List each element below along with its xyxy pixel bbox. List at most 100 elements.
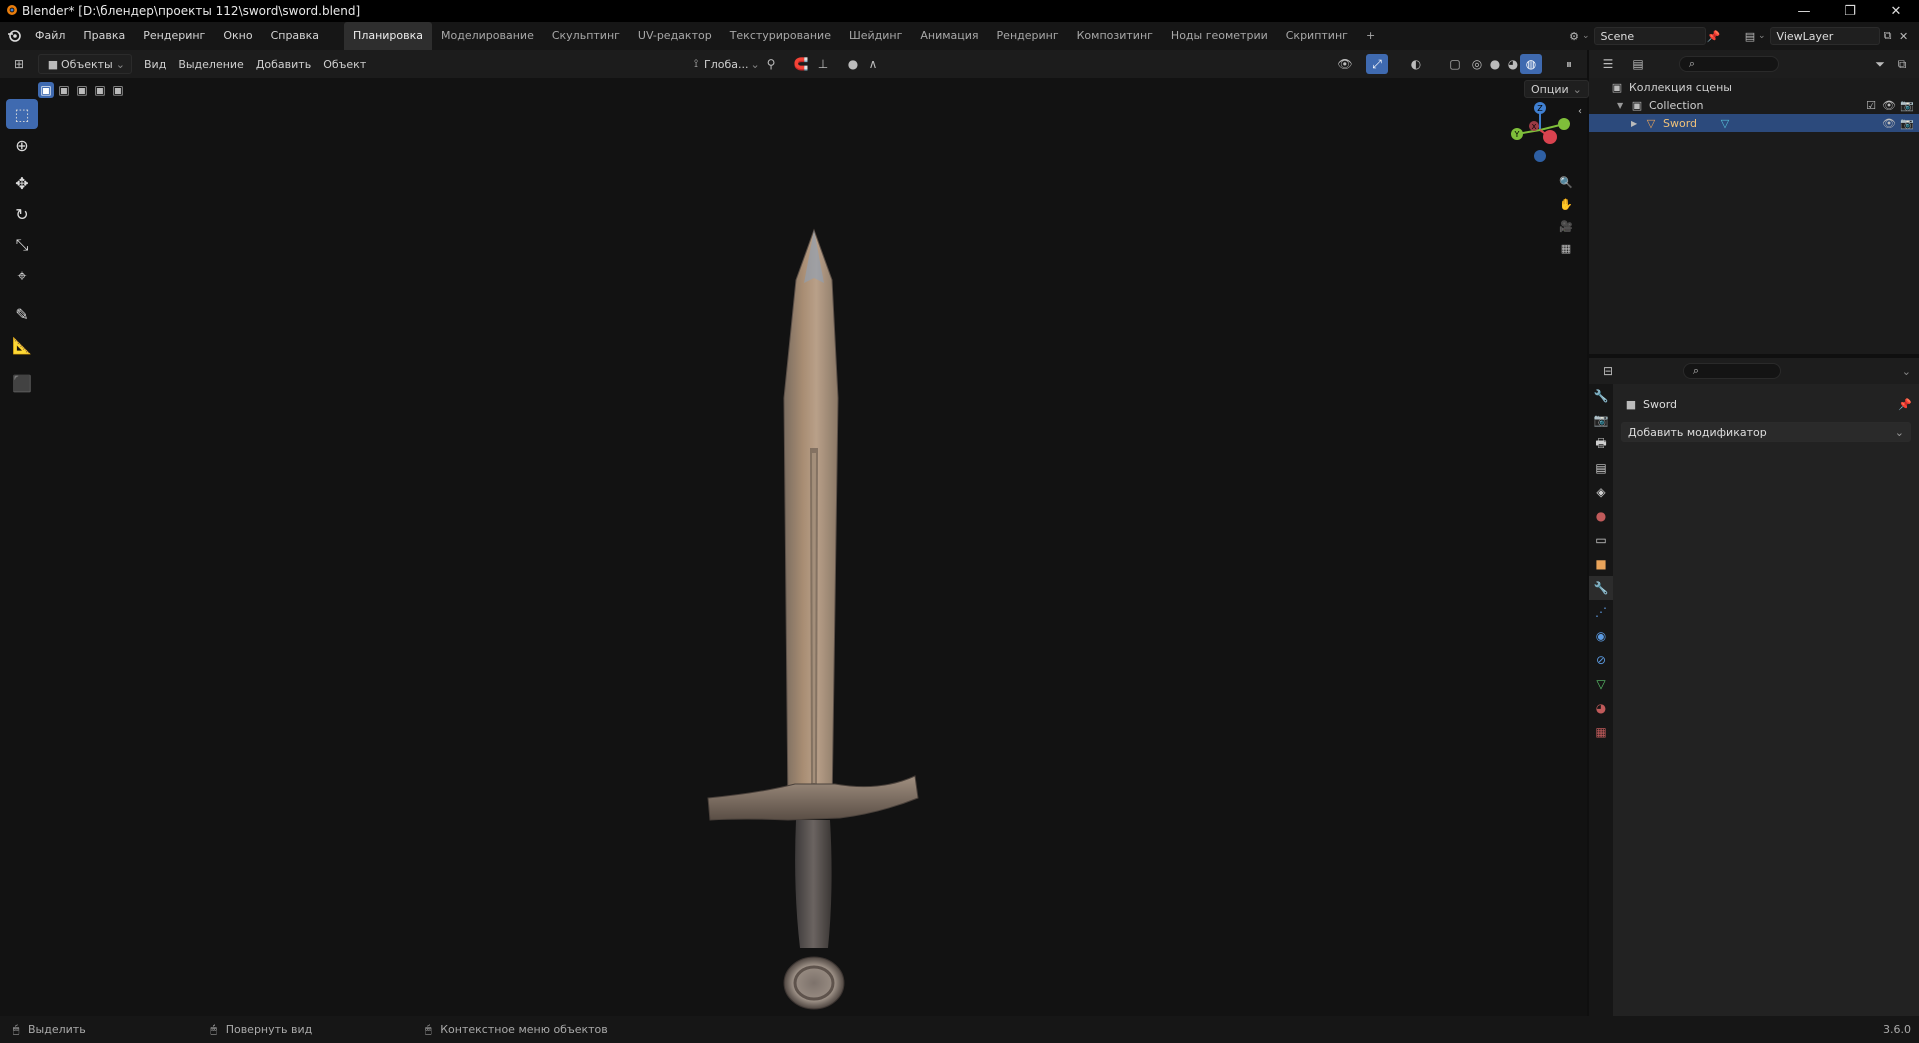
render-tab-icon[interactable]: 📷 xyxy=(1589,408,1613,432)
viewlayer-selector[interactable]: ▤ ⌄ ViewLayer ⧉ ✕ xyxy=(1742,25,1917,47)
menu-window[interactable]: Окно xyxy=(214,22,261,50)
add-cube-tool-icon[interactable]: ⬛ xyxy=(6,368,38,398)
mesh-data-icon[interactable]: ▽ xyxy=(1717,115,1733,131)
zoom-icon[interactable]: 🔍 xyxy=(1558,174,1574,190)
add-modifier-dropdown[interactable]: Добавить модификатор ⌄ xyxy=(1621,422,1911,442)
remove-layer-icon[interactable]: ✕ xyxy=(1896,28,1912,44)
collection-row[interactable]: ▼ ▣ Collection ☑ 👁 📷 xyxy=(1589,96,1919,114)
menu-file[interactable]: Файл xyxy=(26,22,74,50)
data-tab-icon[interactable]: ▽ xyxy=(1589,672,1613,696)
sword-object-row[interactable]: ▶ ▽ Sword ▽ 👁 📷 xyxy=(1589,114,1919,132)
filter-icon[interactable]: ⏷ xyxy=(1869,54,1891,74)
collapse-sidebar-icon[interactable]: ‹ xyxy=(1578,106,1582,117)
perspective-grid-icon[interactable]: ▦ xyxy=(1558,240,1574,256)
tab-compositing[interactable]: Композитинг xyxy=(1068,22,1162,50)
material-tab-icon[interactable]: ◕ xyxy=(1589,696,1613,720)
physics-tab-icon[interactable]: ◉ xyxy=(1589,624,1613,648)
duplicate-layer-icon[interactable]: ⧉ xyxy=(1880,28,1896,44)
menu-help[interactable]: Справка xyxy=(262,22,328,50)
properties-options-icon[interactable]: ⌄ xyxy=(1902,365,1911,378)
select-invert-icon[interactable]: ▣ xyxy=(92,82,108,98)
options-dropdown[interactable]: Опции ⌄ xyxy=(1524,80,1589,98)
view-layer-tab-icon[interactable]: ▤ xyxy=(1589,456,1613,480)
scene-name-field[interactable]: Scene xyxy=(1593,27,1706,45)
properties-search-input[interactable]: ⌕ xyxy=(1683,363,1781,379)
tab-rendering[interactable]: Рендеринг xyxy=(988,22,1068,50)
pivot-icon[interactable]: ⚲ xyxy=(760,54,782,74)
navigation-gizmo[interactable]: Z X Y xyxy=(1500,100,1580,170)
viewlayer-name-field[interactable]: ViewLayer xyxy=(1769,27,1880,45)
transform-tool-icon[interactable]: ⌖ xyxy=(6,261,38,291)
close-button[interactable]: ✕ xyxy=(1873,0,1919,22)
editor-type-icon[interactable]: ⊞ xyxy=(8,54,30,74)
outliner-editor-type-icon[interactable]: ☰ xyxy=(1597,54,1619,74)
new-collection-icon[interactable]: ⧉ xyxy=(1891,54,1913,74)
tab-shading[interactable]: Шейдинг xyxy=(840,22,911,50)
select-subtract-icon[interactable]: ▣ xyxy=(74,82,90,98)
tab-layout[interactable]: Планировка xyxy=(344,22,433,50)
constraints-tab-icon[interactable]: ⊘ xyxy=(1589,648,1613,672)
scene-selector[interactable]: ⚙ ⌄ Scene 📌 xyxy=(1566,25,1736,47)
sword-expand-icon[interactable]: ▶ xyxy=(1631,119,1643,128)
collection-render-icon[interactable]: 📷 xyxy=(1899,97,1915,113)
pin-icon[interactable]: 📌 xyxy=(1706,28,1722,44)
scene-collection-row[interactable]: ▣ Коллекция сцены xyxy=(1589,78,1919,96)
select-box-tool-icon[interactable]: ⬚ xyxy=(6,99,38,129)
mode-dropdown[interactable]: ■ Объекты ⌄ xyxy=(38,54,132,74)
tab-uv-editing[interactable]: UV-редактор xyxy=(629,22,721,50)
xray-toggle-icon[interactable]: ▢ xyxy=(1444,54,1466,74)
cursor-tool-icon[interactable]: ⊕ xyxy=(6,130,38,160)
tab-animation[interactable]: Анимация xyxy=(911,22,987,50)
menu-add[interactable]: Добавить xyxy=(250,54,317,74)
snap-icon[interactable]: 🧲 xyxy=(790,54,812,74)
sword-visibility-icon[interactable]: 👁 xyxy=(1881,115,1897,131)
move-tool-icon[interactable]: ✥ xyxy=(6,168,38,198)
modifier-tab-icon[interactable]: 🔧 xyxy=(1589,576,1613,600)
camera-view-icon[interactable]: 🎥 xyxy=(1558,218,1574,234)
falloff-icon[interactable]: ∧ xyxy=(862,54,884,74)
menu-view[interactable]: Вид xyxy=(138,54,172,74)
object-tab-icon[interactable]: ■ xyxy=(1589,552,1613,576)
menu-select[interactable]: Выделение xyxy=(172,54,250,74)
output-tab-icon[interactable]: 🖶 xyxy=(1589,432,1613,456)
menu-edit[interactable]: Правка xyxy=(74,22,134,50)
pause-render-icon[interactable]: ⏸ xyxy=(1558,54,1580,74)
select-new-icon[interactable]: ▣ xyxy=(38,82,54,98)
menu-object[interactable]: Объект xyxy=(317,54,372,74)
tab-texture-paint[interactable]: Текстурирование xyxy=(721,22,840,50)
particles-tab-icon[interactable]: ⋰ xyxy=(1589,600,1613,624)
measure-tool-icon[interactable]: 📐 xyxy=(6,330,38,360)
tab-modeling[interactable]: Моделирование xyxy=(432,22,543,50)
collection-visibility-icon[interactable]: 👁 xyxy=(1881,97,1897,113)
menu-render[interactable]: Рендеринг xyxy=(134,22,214,50)
snap-target-icon[interactable]: ⊥ xyxy=(812,54,834,74)
world-tab-icon[interactable]: ● xyxy=(1589,504,1613,528)
tab-sculpting[interactable]: Скульптинг xyxy=(543,22,629,50)
tab-scripting[interactable]: Скриптинг xyxy=(1277,22,1357,50)
sword-model[interactable] xyxy=(700,148,930,1018)
texture-tab-icon[interactable]: ▦ xyxy=(1589,720,1613,744)
select-intersect-icon[interactable]: ▣ xyxy=(110,82,126,98)
scale-tool-icon[interactable]: ⤡ xyxy=(6,230,38,260)
tool-tab-icon[interactable]: 🔧 xyxy=(1589,384,1613,408)
properties-editor-type-icon[interactable]: ⊟ xyxy=(1597,361,1619,381)
transform-orientation-dropdown[interactable]: ⟟ Глоба... ⌄ xyxy=(682,54,766,74)
minimize-button[interactable]: — xyxy=(1781,0,1827,22)
display-mode-icon[interactable]: ▤ xyxy=(1627,54,1649,74)
visibility-icon[interactable]: 👁 xyxy=(1334,54,1356,74)
pin-panel-icon[interactable]: 📌 xyxy=(1897,396,1913,412)
rotate-tool-icon[interactable]: ↻ xyxy=(6,199,38,229)
overlay-toggle-icon[interactable]: ◐ xyxy=(1405,54,1427,74)
collection-tab-icon[interactable]: ▭ xyxy=(1589,528,1613,552)
gizmo-toggle-icon[interactable]: ⤢ xyxy=(1366,54,1388,74)
select-extend-icon[interactable]: ▣ xyxy=(56,82,72,98)
collection-expand-icon[interactable]: ▼ xyxy=(1617,101,1629,110)
maximize-button[interactable]: ❐ xyxy=(1827,0,1873,22)
outliner-search-input[interactable]: ⌕ xyxy=(1679,56,1779,72)
scene-tab-icon[interactable]: ◈ xyxy=(1589,480,1613,504)
blender-menu-icon[interactable] xyxy=(6,28,22,44)
exclude-checkbox-icon[interactable]: ☑ xyxy=(1863,97,1879,113)
add-workspace-button[interactable]: + xyxy=(1357,22,1384,50)
proportional-edit-icon[interactable]: ● xyxy=(842,54,864,74)
tab-geometry-nodes[interactable]: Ноды геометрии xyxy=(1162,22,1277,50)
